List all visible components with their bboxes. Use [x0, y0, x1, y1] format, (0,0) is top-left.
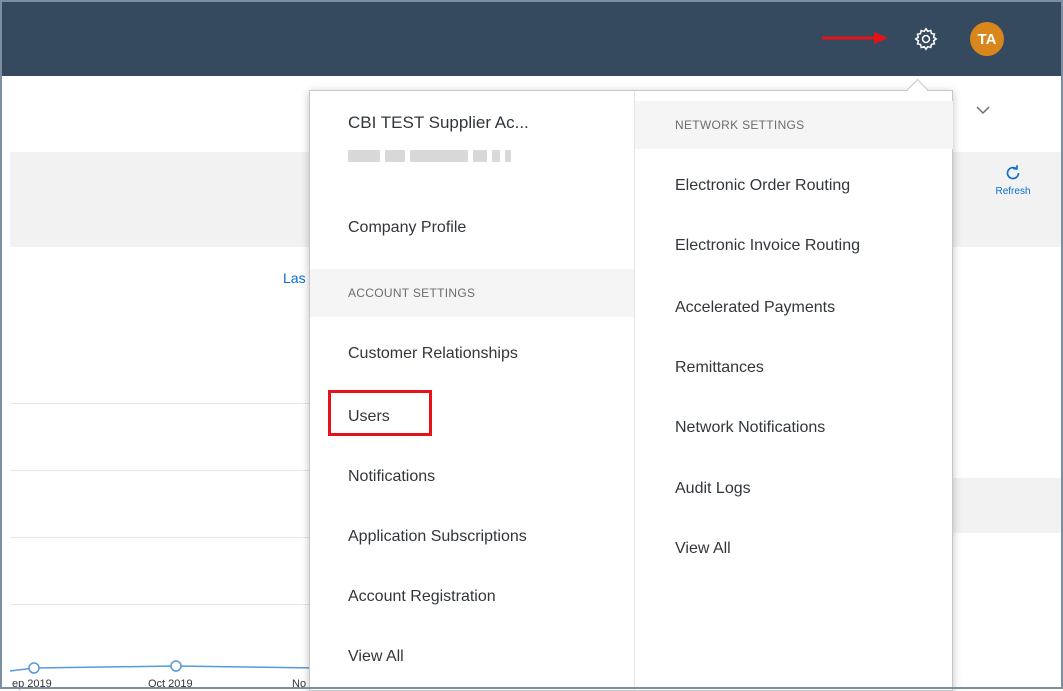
network-column: NETWORK SETTINGS Electronic Order Routin… — [634, 91, 953, 690]
network-settings-heading: NETWORK SETTINGS — [635, 101, 953, 149]
menu-item-electronic-order-routing[interactable]: Electronic Order Routing — [675, 177, 850, 195]
settings-dropdown: CBI TEST Supplier Ac... Company Profile … — [309, 90, 953, 691]
menu-item-customer-relationships[interactable]: Customer Relationships — [348, 345, 518, 363]
chart-gridline — [10, 604, 310, 605]
menu-item-account-view-all[interactable]: View All — [348, 648, 404, 666]
annotation-arrow — [822, 32, 888, 44]
menu-item-notifications[interactable]: Notifications — [348, 468, 435, 486]
chart-point — [28, 662, 40, 674]
chart-gridline — [10, 470, 310, 471]
menu-item-electronic-invoice-routing[interactable]: Electronic Invoice Routing — [675, 237, 860, 255]
chart-x-label: Oct 2019 — [148, 678, 193, 690]
account-column: CBI TEST Supplier Ac... Company Profile … — [310, 91, 634, 690]
shell-bar: TA — [0, 0, 1063, 76]
chart-x-label: No — [292, 678, 307, 690]
refresh-button[interactable]: Refresh — [985, 162, 1041, 197]
menu-item-account-registration[interactable]: Account Registration — [348, 588, 496, 606]
user-avatar[interactable]: TA — [970, 22, 1004, 56]
refresh-icon — [1006, 165, 1020, 180]
menu-item-network-notifications[interactable]: Network Notifications — [675, 419, 825, 437]
menu-item-network-view-all[interactable]: View All — [675, 540, 731, 558]
chart-gridline — [10, 403, 310, 404]
menu-item-audit-logs[interactable]: Audit Logs — [675, 480, 751, 498]
account-name: CBI TEST Supplier Ac... — [348, 113, 529, 132]
account-settings-heading: ACCOUNT SETTINGS — [310, 269, 634, 317]
refresh-label: Refresh — [995, 186, 1031, 197]
chevron-down-icon[interactable] — [975, 104, 991, 116]
content-band-right — [952, 478, 1063, 533]
chart-gridline — [10, 537, 310, 538]
chart-period-link[interactable]: Las — [283, 270, 306, 286]
menu-item-accelerated-payments[interactable]: Accelerated Payments — [675, 299, 835, 317]
account-id-redacted — [348, 149, 553, 163]
menu-item-company-profile[interactable]: Company Profile — [348, 219, 466, 237]
settings-gear-icon[interactable] — [913, 26, 939, 52]
chart-point — [170, 660, 182, 672]
menu-item-application-subscriptions[interactable]: Application Subscriptions — [348, 528, 527, 546]
menu-item-users[interactable]: Users — [348, 408, 390, 426]
menu-item-remittances[interactable]: Remittances — [675, 359, 764, 377]
chart-x-label: ep 2019 — [12, 678, 52, 690]
